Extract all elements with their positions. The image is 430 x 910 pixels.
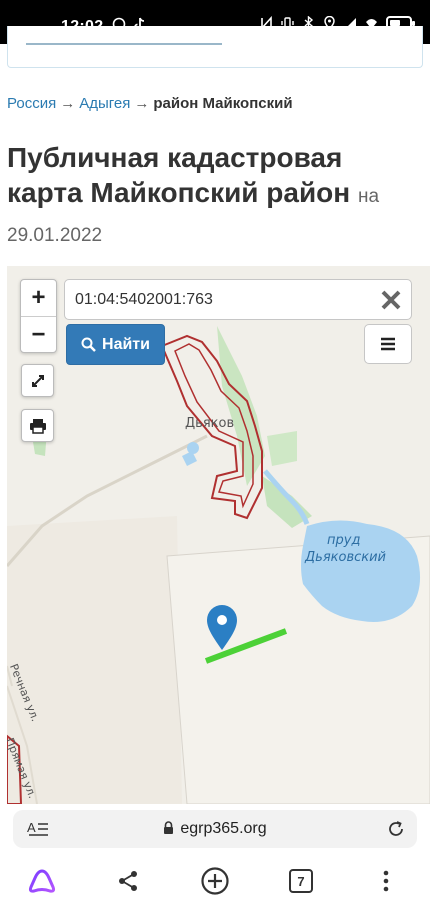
- page-title-text: Публичная кадастровая карта Майкопский р…: [7, 142, 351, 208]
- fullscreen-button[interactable]: [21, 364, 54, 397]
- tab-count: 7: [289, 869, 313, 893]
- share-button[interactable]: [113, 866, 143, 896]
- cadastral-number-input[interactable]: [75, 280, 365, 319]
- alice-icon: [28, 869, 56, 893]
- marker-center: [217, 615, 227, 625]
- map-label-village: Дьяков: [185, 416, 235, 431]
- address-url[interactable]: egrp365.org: [13, 820, 417, 838]
- tabs-button[interactable]: 7: [286, 866, 316, 896]
- map-label-pond-line2: Дьяковский: [305, 550, 387, 565]
- zoom-in-button[interactable]: +: [21, 280, 56, 316]
- breadcrumb-separator: →: [134, 95, 150, 112]
- cadastral-map[interactable]: Дьяков пруд Дьяковский Прямая ул. Речная…: [7, 266, 430, 804]
- breadcrumb-current: район Майкопский: [153, 95, 293, 112]
- print-button[interactable]: [21, 409, 54, 442]
- reload-icon[interactable]: [387, 820, 405, 838]
- find-button-label: Найти: [102, 335, 150, 353]
- cadastral-search-box: [64, 279, 412, 320]
- share-icon: [119, 871, 137, 891]
- zoom-controls: + −: [20, 279, 57, 353]
- page-title: Публичная кадастровая карта Майкопский р…: [7, 140, 417, 253]
- zoom-out-button[interactable]: −: [21, 316, 56, 352]
- map-label-pond-line1: пруд: [327, 533, 361, 548]
- map-menu-button[interactable]: [364, 324, 412, 364]
- breadcrumb-adygea[interactable]: Адыгея: [79, 95, 130, 112]
- map-forest: [217, 326, 265, 486]
- breadcrumb-separator: →: [60, 95, 76, 112]
- address-bar[interactable]: A egrp365.org: [13, 810, 417, 848]
- plus-circle-icon: [201, 867, 229, 895]
- search-icon: [81, 337, 96, 352]
- url-text: egrp365.org: [180, 820, 267, 837]
- expand-icon: [31, 374, 44, 387]
- browser-address-area: A egrp365.org: [0, 804, 430, 852]
- more-vertical-icon: [383, 870, 389, 892]
- alice-assistant-button[interactable]: [27, 866, 57, 896]
- page-title-date-prefix: на: [357, 186, 380, 207]
- previous-card: [7, 26, 423, 68]
- clear-search-icon[interactable]: [379, 288, 403, 312]
- hamburger-icon: [381, 337, 395, 351]
- find-button[interactable]: Найти: [66, 324, 165, 365]
- more-menu-button[interactable]: [371, 866, 401, 896]
- page-title-date: 29.01.2022: [7, 225, 103, 246]
- small-pond: [187, 442, 199, 454]
- printer-icon: [29, 418, 46, 434]
- browser-bottom-nav: 7: [0, 852, 430, 910]
- breadcrumb-russia[interactable]: Россия: [7, 95, 56, 112]
- lock-icon: [164, 821, 174, 834]
- new-tab-button[interactable]: [200, 866, 230, 896]
- map-forest: [267, 431, 297, 466]
- breadcrumb: Россия → Адыгея → район Майкопский: [7, 95, 293, 112]
- previous-card-link[interactable]: [26, 43, 222, 45]
- map-field: [7, 516, 182, 804]
